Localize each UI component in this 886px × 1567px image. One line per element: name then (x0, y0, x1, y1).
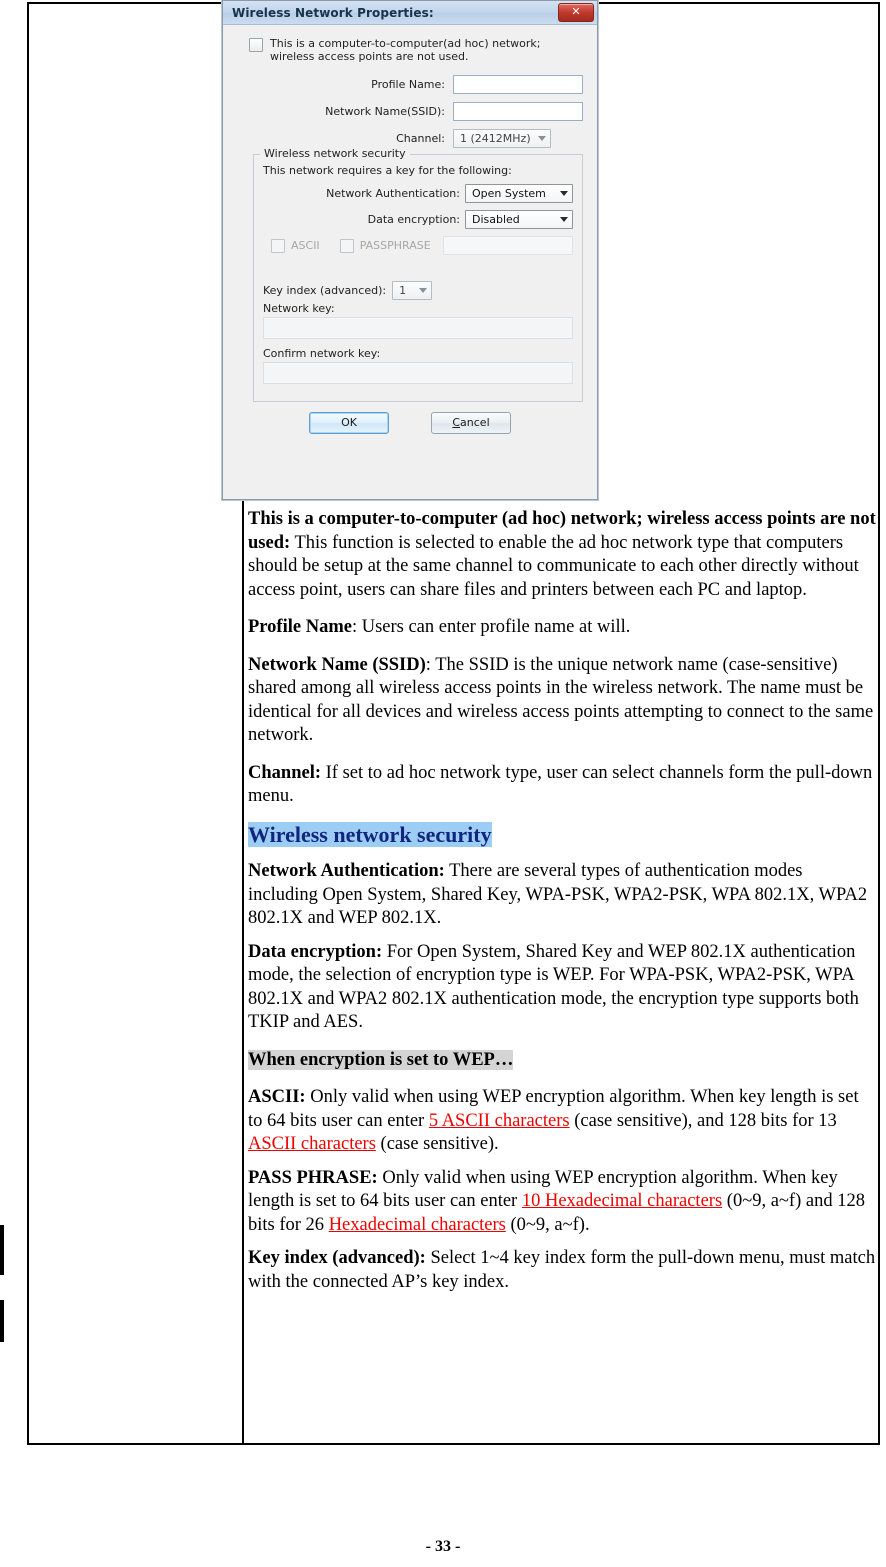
link-hexadecimal-characters[interactable]: Hexadecimal characters (329, 1215, 506, 1235)
network-key-input[interactable] (263, 317, 573, 339)
network-authentication-row: Network Authentication: Open System (263, 184, 573, 203)
chevron-down-icon (560, 191, 568, 196)
wireless-network-security-group: Wireless network security This network r… (253, 147, 583, 402)
paragraph-channel: Channel: If set to ad hoc network type, … (248, 762, 876, 809)
ssid-input[interactable] (453, 102, 583, 121)
channel-label: Channel: (396, 132, 445, 145)
dialog-body: This is a computer-to-computer(ad hoc) n… (223, 25, 597, 499)
paragraph-ssid-term: Network Name (SSID) (248, 654, 426, 675)
network-key-label: Network key: (263, 302, 335, 315)
data-encryption-row: Data encryption: Disabled (263, 210, 573, 229)
paragraph-channel-term: Channel: (248, 762, 321, 783)
cancel-button-mnemonic: C (452, 416, 461, 429)
paragraph-profile-name-term: Profile Name (248, 617, 352, 637)
requires-key-text: This network requires a key for the foll… (263, 164, 512, 177)
channel-row: Channel: 1 (2412MHz) (235, 129, 585, 148)
passphrase-checkbox[interactable] (339, 239, 354, 253)
chevron-down-icon (560, 217, 568, 222)
paragraph-profile-name: Profile Name: Users can enter profile na… (248, 616, 876, 640)
link-10-hexadecimal-characters[interactable]: 10 Hexadecimal characters (522, 1191, 722, 1211)
paragraph-key-index-term: Key index (advanced): (248, 1248, 426, 1268)
change-bar (0, 1225, 4, 1275)
paragraph-pass-phrase-term: PASS PHRASE: (248, 1167, 378, 1188)
ssid-label: Network Name(SSID): (325, 105, 445, 118)
paragraph-key-index: Key index (advanced): Select 1~4 key ind… (248, 1247, 876, 1294)
dialog-button-row: OK Cancel (235, 412, 585, 434)
paragraph-network-authentication: Network Authentication: There are severa… (248, 860, 876, 931)
wireless-network-properties-dialog: Wireless Network Properties: ✕ This is a… (222, 0, 598, 500)
cancel-button-label: ancel (460, 416, 490, 429)
adhoc-checkbox[interactable] (249, 38, 263, 52)
document-body: This is a computer-to-computer (ad hoc) … (248, 508, 876, 1308)
paragraph-adhoc-text: This function is selected to enable the … (248, 532, 859, 600)
key-index-value: 1 (399, 284, 407, 297)
paragraph-adhoc: This is a computer-to-computer (ad hoc) … (248, 508, 876, 602)
confirm-network-key-input[interactable] (263, 362, 573, 384)
key-index-label: Key index (advanced): (263, 284, 387, 297)
data-encryption-select[interactable]: Disabled (465, 210, 573, 229)
adhoc-checkbox-row[interactable]: This is a computer-to-computer(ad hoc) n… (249, 37, 585, 63)
dialog-titlebar: Wireless Network Properties: ✕ (223, 1, 597, 25)
page-footer: - 33 - (425, 1538, 461, 1555)
dialog-title: Wireless Network Properties: (232, 5, 434, 20)
cancel-button[interactable]: Cancel (431, 412, 511, 434)
network-authentication-label: Network Authentication: (326, 187, 460, 200)
data-encryption-label: Data encryption: (367, 213, 460, 226)
adhoc-checkbox-label: This is a computer-to-computer(ad hoc) n… (270, 37, 541, 63)
passphrase-label: PASSPHRASE (359, 239, 431, 252)
channel-select[interactable]: 1 (2412MHz) (453, 129, 551, 148)
confirm-network-key-label: Confirm network key: (263, 347, 381, 360)
profile-name-label: Profile Name: (371, 78, 445, 91)
profile-name-input[interactable] (453, 75, 583, 94)
paragraph-data-encryption-term: Data encryption: (248, 941, 383, 962)
paragraph-pass-phrase: PASS PHRASE: Only valid when using WEP e… (248, 1167, 876, 1238)
ascii-checkbox[interactable] (271, 239, 285, 253)
chevron-down-icon (538, 136, 546, 141)
link-5-ascii-characters[interactable]: 5 ASCII characters (429, 1111, 570, 1131)
key-index-select[interactable]: 1 (392, 281, 433, 300)
ssid-row: Network Name(SSID): (235, 102, 585, 121)
close-icon[interactable]: ✕ (558, 3, 594, 22)
passphrase-input[interactable] (442, 236, 573, 255)
channel-select-value: 1 (2412MHz) (460, 132, 531, 145)
paragraph-ascii-text-3: (case sensitive). (375, 1134, 499, 1154)
paragraph-channel-text: If set to ad hoc network type, user can … (248, 762, 873, 807)
network-authentication-select[interactable]: Open System (465, 184, 573, 203)
key-format-row: ASCII PASSPHRASE (271, 236, 573, 255)
paragraph-network-authentication-term: Network Authentication: (248, 861, 445, 881)
heading-when-encryption-wep-text: When encryption is set to WEP… (248, 1049, 514, 1070)
paragraph-ascii: ASCII: Only valid when using WEP encrypt… (248, 1086, 876, 1157)
data-encryption-value: Disabled (472, 213, 520, 226)
ascii-label: ASCII (291, 239, 320, 252)
paragraph-ascii-text-2: (case sensitive), and 128 bits for 13 (569, 1110, 837, 1131)
key-index-row: Key index (advanced): 1 (263, 281, 573, 300)
profile-name-row: Profile Name: (235, 75, 585, 94)
paragraph-profile-name-text: : Users can enter profile name at will. (351, 617, 631, 637)
paragraph-pass-phrase-text-3: (0~9, a~f). (505, 1214, 590, 1235)
chevron-down-icon (419, 288, 428, 293)
security-group-legend: Wireless network security (260, 147, 410, 160)
paragraph-ssid: Network Name (SSID): The SSID is the uni… (248, 654, 876, 748)
heading-when-encryption-wep: When encryption is set to WEP… (248, 1049, 876, 1073)
heading-wireless-network-security: Wireless network security (248, 821, 876, 847)
heading-wireless-network-security-text: Wireless network security (248, 821, 492, 847)
paragraph-data-encryption: Data encryption: For Open System, Shared… (248, 941, 876, 1035)
network-authentication-value: Open System (472, 187, 546, 200)
change-bar (0, 1300, 4, 1342)
table-left-cell (29, 4, 244, 1443)
link-ascii-characters[interactable]: ASCII characters (248, 1134, 376, 1154)
ok-button[interactable]: OK (309, 412, 389, 434)
paragraph-ascii-term: ASCII: (248, 1087, 306, 1107)
